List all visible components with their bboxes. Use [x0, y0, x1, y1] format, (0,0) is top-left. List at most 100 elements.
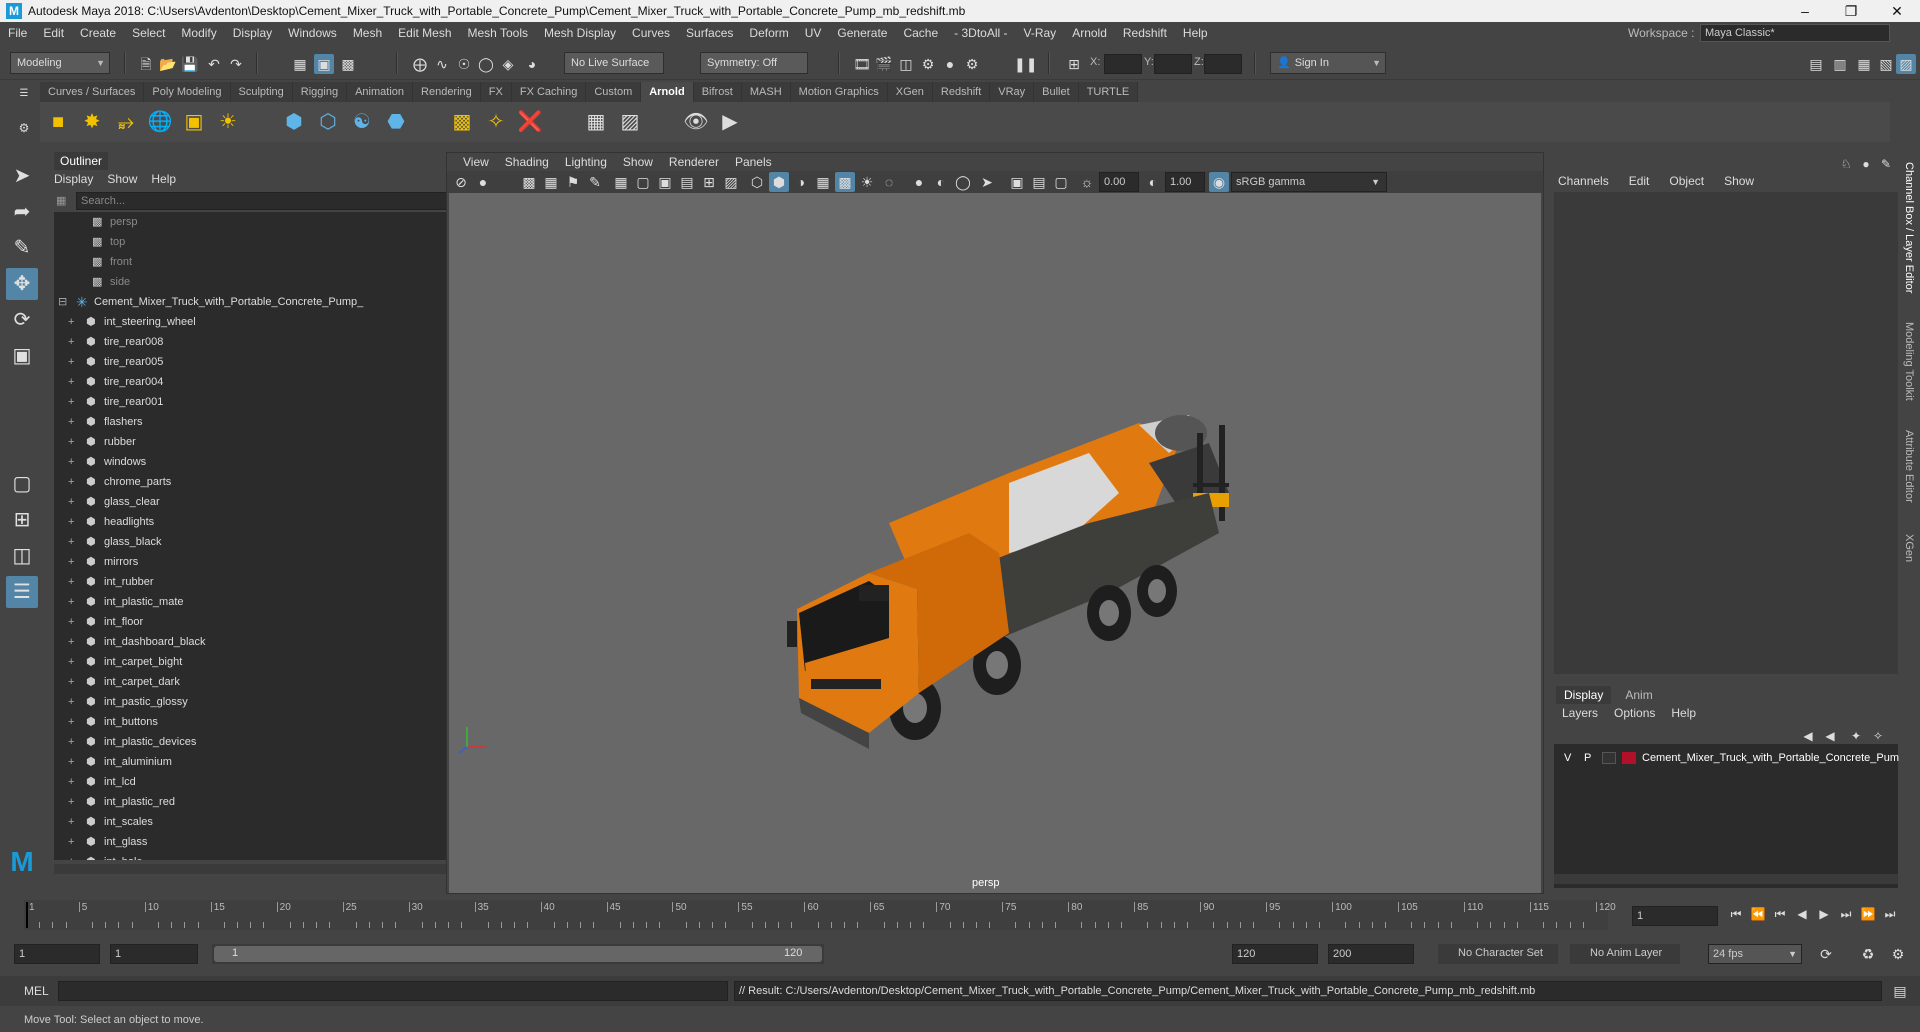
expand-icon[interactable]: + [68, 672, 74, 692]
two-d-pan-icon[interactable]: ✎ [585, 172, 605, 192]
channel-menu-show[interactable]: Show [1724, 174, 1754, 188]
expand-icon[interactable]: + [68, 832, 74, 852]
expand-icon[interactable]: + [68, 412, 74, 432]
outliner-menu-show[interactable]: Show [107, 172, 145, 186]
go-to-start-icon[interactable]: ⏮ [1726, 904, 1746, 924]
render-play-icon[interactable]: ▶ [716, 108, 744, 136]
character-set-dropdown[interactable]: No Character Set [1438, 944, 1558, 964]
outliner-root-group[interactable]: ⊟ ✳ Cement_Mixer_Truck_with_Portable_Concr… [54, 292, 470, 312]
outliner-item[interactable]: + ⬢ int_lcd [54, 772, 470, 792]
xray-active-icon[interactable]: ▤ [1029, 172, 1049, 192]
viewport-menu-show[interactable]: Show [615, 155, 661, 169]
render-view-eye-icon[interactable]: 👁 [682, 108, 710, 136]
menu-display[interactable]: Display [225, 26, 280, 40]
menu-help[interactable]: Help [1175, 26, 1216, 40]
skydome-light-icon[interactable]: 🌐 [146, 108, 174, 136]
standin-icon[interactable]: ⬢ [280, 108, 308, 136]
single-perspective-layout-icon[interactable]: ▢ [6, 468, 38, 500]
outliner-item[interactable]: + ⬢ windows [54, 452, 470, 472]
menu-vray[interactable]: V-Ray [1016, 26, 1065, 40]
transform-mode-icon[interactable]: ⊞ [1064, 54, 1084, 74]
grid-icon[interactable]: ▦ [611, 172, 631, 192]
textured-icon[interactable]: ▦ [813, 172, 833, 192]
shelf-tab-curves-surfaces[interactable]: Curves / Surfaces [40, 82, 145, 102]
end-time-field[interactable]: 200 [1328, 944, 1414, 964]
outliner-item[interactable]: + ⬢ rubber [54, 432, 470, 452]
display-layer-row[interactable]: V P Cement_Mixer_Truck_with_Portable_Con… [1554, 748, 1899, 768]
redo-icon[interactable]: ↷ [226, 54, 246, 74]
time-slider[interactable]: 1 5 10 15 20 25 30 35 40 45 50 55 60 65 70 75 80 85 90 95 10… [16, 898, 1616, 932]
channel-box-icon[interactable]: ▨ [1896, 54, 1916, 74]
light-portal-icon[interactable]: ▣ [180, 108, 208, 136]
outliner-item[interactable]: + ⬢ headlights [54, 512, 470, 532]
outliner-item[interactable]: + ⬢ int_hole [54, 852, 470, 860]
menu-edit-mesh[interactable]: Edit Mesh [390, 26, 459, 40]
select-object-icon[interactable]: ▣ [314, 54, 334, 74]
outliner-camera-front[interactable]: ▩ front [54, 252, 470, 272]
menu-deform[interactable]: Deform [741, 26, 796, 40]
expand-icon[interactable]: + [68, 692, 74, 712]
expand-icon[interactable]: + [68, 592, 74, 612]
outliner-item[interactable]: + ⬢ int_carpet_bight [54, 652, 470, 672]
render-view-icon[interactable]: 🎞 [852, 54, 872, 74]
channel-menu-object[interactable]: Object [1669, 174, 1704, 188]
shadows-icon[interactable]: ☀ [857, 172, 877, 192]
collapse-icon[interactable]: ⊟ [58, 292, 67, 312]
fps-dropdown[interactable]: 24 fps ▼ [1708, 944, 1802, 964]
channel-menu-edit[interactable]: Edit [1629, 174, 1650, 188]
channel-box-toggle-icon[interactable]: ♘ [1836, 154, 1856, 174]
flush-texture-cache-icon[interactable]: ▩ [448, 108, 476, 136]
expand-icon[interactable]: + [68, 512, 74, 532]
expand-icon[interactable]: + [68, 432, 74, 452]
gate-mask-icon[interactable]: ▤ [677, 172, 697, 192]
move-layer-down-icon[interactable]: ◀ [1820, 726, 1840, 746]
live-surface-field[interactable]: No Live Surface [564, 52, 664, 74]
wireframe-on-shaded-icon[interactable]: ◑ [791, 172, 811, 192]
expand-icon[interactable]: + [68, 812, 74, 832]
layer-toggle-icon[interactable]: ✎ [1876, 154, 1896, 174]
outliner-item[interactable]: + ⬢ int_plastic_devices [54, 732, 470, 752]
depth-of-field-icon[interactable]: ◯ [953, 172, 973, 192]
outliner-item[interactable]: + ⬢ tire_rear001 [54, 392, 470, 412]
current-time-marker[interactable] [26, 902, 28, 928]
select-hierarchy-icon[interactable]: ▦ [290, 54, 310, 74]
photometric-light-icon[interactable]: ⥵ [112, 108, 140, 136]
select-component-icon[interactable]: ▩ [338, 54, 358, 74]
step-back-frame-icon[interactable]: ⏮ [1770, 904, 1790, 924]
shelf-tab-motion-graphics[interactable]: Motion Graphics [790, 82, 888, 102]
y-field[interactable] [1154, 54, 1192, 74]
undo-icon[interactable]: ↶ [204, 54, 224, 74]
shelf-tab-mash[interactable]: MASH [741, 82, 791, 102]
render-settings-icon[interactable]: ⚙ [918, 54, 938, 74]
snap-surface-icon[interactable]: ◈ [498, 54, 518, 74]
workspace-dropdown[interactable]: Maya Classic* [1700, 24, 1890, 42]
side-tab-channel-box[interactable]: Channel Box / Layer Editor [1903, 162, 1915, 293]
expand-icon[interactable]: + [68, 572, 74, 592]
isolate-select-icon[interactable]: ➤ [977, 172, 997, 192]
paint-select-tool-icon[interactable]: ✎ [6, 232, 38, 264]
outliner-item[interactable]: + ⬢ int_plastic_mate [54, 592, 470, 612]
toggle-panel-icon[interactable]: ▤ [1806, 54, 1826, 74]
snap-point-icon[interactable]: ☉ [454, 54, 474, 74]
expand-icon[interactable]: + [68, 712, 74, 732]
layer-name[interactable]: Cement_Mixer_Truck_with_Portable_Concret… [1642, 748, 1899, 768]
export-standin-icon[interactable]: ⬡ [314, 108, 342, 136]
side-tab-xgen[interactable]: XGen [1903, 534, 1915, 562]
outliner-item[interactable]: + ⬢ chrome_parts [54, 472, 470, 492]
flush-background-icon[interactable]: ✧ [482, 108, 510, 136]
menu-surfaces[interactable]: Surfaces [678, 26, 741, 40]
layer-playback-toggle[interactable]: P [1584, 748, 1591, 768]
outliner-menu-help[interactable]: Help [151, 172, 184, 186]
film-gate-icon[interactable]: ▢ [633, 172, 653, 192]
side-tab-attribute-editor[interactable]: Attribute Editor [1903, 430, 1915, 503]
outliner-item[interactable]: + ⬢ glass_clear [54, 492, 470, 512]
outliner-item[interactable]: + ⬢ int_glass [54, 832, 470, 852]
rotate-tool-icon[interactable]: ⟳ [6, 304, 38, 336]
mesh-light-icon[interactable]: ✸ [78, 108, 106, 136]
anim-layer-dropdown[interactable]: No Anim Layer [1570, 944, 1680, 964]
step-back-key-icon[interactable]: ⏪ [1748, 904, 1768, 924]
flush-all-caches-icon[interactable]: ❌ [516, 108, 544, 136]
playback-end-field[interactable]: 120 [1232, 944, 1318, 964]
shelf-tab-xgen[interactable]: XGen [887, 82, 933, 102]
shelf-menu-icon[interactable]: ☰ [14, 84, 34, 104]
